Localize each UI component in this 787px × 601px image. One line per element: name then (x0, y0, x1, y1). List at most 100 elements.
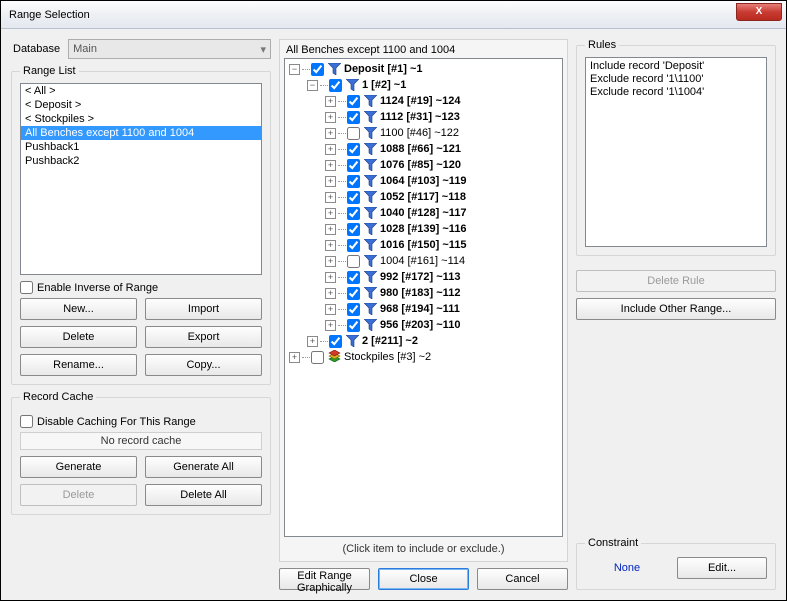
include-other-range-button[interactable]: Include Other Range... (576, 298, 776, 320)
expand-icon[interactable]: + (325, 272, 336, 283)
delete-rule-button: Delete Rule (576, 270, 776, 292)
expand-icon[interactable]: + (325, 176, 336, 187)
range-list-item[interactable]: All Benches except 1100 and 1004 (21, 126, 261, 140)
expand-icon[interactable]: + (325, 160, 336, 171)
tree-row[interactable]: +1124 [#19] ~124 (289, 93, 558, 109)
expand-icon[interactable]: + (325, 112, 336, 123)
tree-row[interactable]: +1112 [#31] ~123 (289, 109, 558, 125)
tree-row[interactable]: − Deposit [#1] ~1 (289, 61, 558, 77)
tree-checkbox[interactable] (347, 303, 360, 316)
tree-row[interactable]: +980 [#183] ~112 (289, 285, 558, 301)
tree-row[interactable]: +2 [#211] ~2 (289, 333, 558, 349)
constraint-edit-button[interactable]: Edit... (677, 557, 767, 579)
tree-checkbox[interactable] (347, 271, 360, 284)
tree-checkbox[interactable] (329, 335, 342, 348)
tree-checkbox[interactable] (311, 63, 324, 76)
rule-item[interactable]: Exclude record '1\1100' (590, 73, 762, 86)
expand-icon[interactable]: + (325, 288, 336, 299)
expand-icon[interactable]: + (325, 208, 336, 219)
range-list-item[interactable]: < All > (21, 84, 261, 98)
expand-icon[interactable]: + (325, 144, 336, 155)
database-select[interactable]: Main ▾ (68, 39, 271, 59)
tree-row[interactable]: +Stockpiles [#3] ~2 (289, 349, 558, 365)
expand-icon[interactable]: + (325, 320, 336, 331)
tree-row[interactable]: +1076 [#85] ~120 (289, 157, 558, 173)
tree-label: 2 [#211] ~2 (362, 335, 418, 347)
import-button[interactable]: Import (145, 298, 262, 320)
cancel-button[interactable]: Cancel (477, 568, 568, 590)
tree-row[interactable]: +1100 [#46] ~122 (289, 125, 558, 141)
tree-row[interactable]: +968 [#194] ~111 (289, 301, 558, 317)
close-button[interactable]: Close (378, 568, 469, 590)
tree-checkbox[interactable] (347, 287, 360, 300)
rule-item[interactable]: Exclude record '1\1004' (590, 86, 762, 99)
funnel-icon (346, 335, 359, 347)
expand-icon[interactable]: + (325, 96, 336, 107)
tree-row[interactable]: +992 [#172] ~113 (289, 269, 558, 285)
generate-all-button[interactable]: Generate All (145, 456, 262, 478)
range-list-item[interactable]: < Stockpiles > (21, 112, 261, 126)
tree-checkbox[interactable] (347, 175, 360, 188)
range-list-item[interactable]: Pushback1 (21, 140, 261, 154)
export-button[interactable]: Export (145, 326, 262, 348)
collapse-icon[interactable]: − (307, 80, 318, 91)
tree-checkbox[interactable] (347, 143, 360, 156)
expand-icon[interactable]: + (307, 336, 318, 347)
range-list-item[interactable]: < Deposit > (21, 98, 261, 112)
window-close-button[interactable]: X (736, 3, 782, 21)
expand-icon[interactable]: + (325, 192, 336, 203)
rule-item[interactable]: Include record 'Deposit' (590, 60, 762, 73)
expand-icon[interactable]: + (325, 256, 336, 267)
generate-button[interactable]: Generate (20, 456, 137, 478)
tree-row[interactable]: +1088 [#66] ~121 (289, 141, 558, 157)
disable-cache-checkbox[interactable] (20, 415, 33, 428)
expand-icon[interactable]: + (289, 352, 300, 363)
expand-icon[interactable]: + (325, 224, 336, 235)
funnel-icon (364, 207, 377, 219)
tree-row[interactable]: +1052 [#117] ~118 (289, 189, 558, 205)
tree-label: Deposit [#1] ~1 (344, 63, 423, 75)
tree-checkbox[interactable] (347, 239, 360, 252)
tree-checkbox[interactable] (347, 111, 360, 124)
constraint-value: None (585, 562, 669, 574)
range-list-item[interactable]: Pushback2 (21, 154, 261, 168)
range-list[interactable]: < All >< Deposit >< Stockpiles >All Benc… (20, 83, 262, 275)
funnel-icon (364, 191, 377, 203)
tree-checkbox[interactable] (329, 79, 342, 92)
delete-all-cache-button[interactable]: Delete All (145, 484, 262, 506)
tree-row[interactable]: +1028 [#139] ~116 (289, 221, 558, 237)
tree-checkbox[interactable] (347, 159, 360, 172)
tree-row[interactable]: +1040 [#128] ~117 (289, 205, 558, 221)
tree-row[interactable]: +956 [#203] ~110 (289, 317, 558, 333)
tree-checkbox[interactable] (347, 191, 360, 204)
tree-checkbox[interactable] (347, 319, 360, 332)
delete-range-button[interactable]: Delete (20, 326, 137, 348)
tree-label: 1 [#2] ~1 (362, 79, 406, 91)
tree-checkbox[interactable] (347, 223, 360, 236)
tree-checkbox[interactable] (347, 207, 360, 220)
record-tree[interactable]: − Deposit [#1] ~1 − 1 [#2] ~1 +1124 [#19] ~1… (284, 58, 563, 537)
rename-button[interactable]: Rename... (20, 354, 137, 376)
enable-inverse-label: Enable Inverse of Range (37, 282, 158, 294)
tree-row[interactable]: +1004 [#161] ~114 (289, 253, 558, 269)
tree-checkbox[interactable] (347, 255, 360, 268)
expand-icon[interactable]: + (325, 304, 336, 315)
expand-icon[interactable]: + (325, 240, 336, 251)
edit-range-graphically-button[interactable]: Edit Range Graphically (279, 568, 370, 590)
new-button[interactable]: New... (20, 298, 137, 320)
tree-row[interactable]: − 1 [#2] ~1 (289, 77, 558, 93)
funnel-icon (364, 319, 377, 331)
tree-row[interactable]: +1016 [#150] ~115 (289, 237, 558, 253)
tree-row[interactable]: +1064 [#103] ~119 (289, 173, 558, 189)
tree-label: 1100 [#46] ~122 (380, 127, 459, 139)
tree-label: 1004 [#161] ~114 (380, 255, 465, 267)
range-list-legend: Range List (20, 65, 79, 77)
tree-checkbox[interactable] (347, 95, 360, 108)
tree-checkbox[interactable] (311, 351, 324, 364)
collapse-icon[interactable]: − (289, 64, 300, 75)
copy-button[interactable]: Copy... (145, 354, 262, 376)
rules-list[interactable]: Include record 'Deposit'Exclude record '… (585, 57, 767, 247)
expand-icon[interactable]: + (325, 128, 336, 139)
tree-checkbox[interactable] (347, 127, 360, 140)
enable-inverse-checkbox[interactable] (20, 281, 33, 294)
